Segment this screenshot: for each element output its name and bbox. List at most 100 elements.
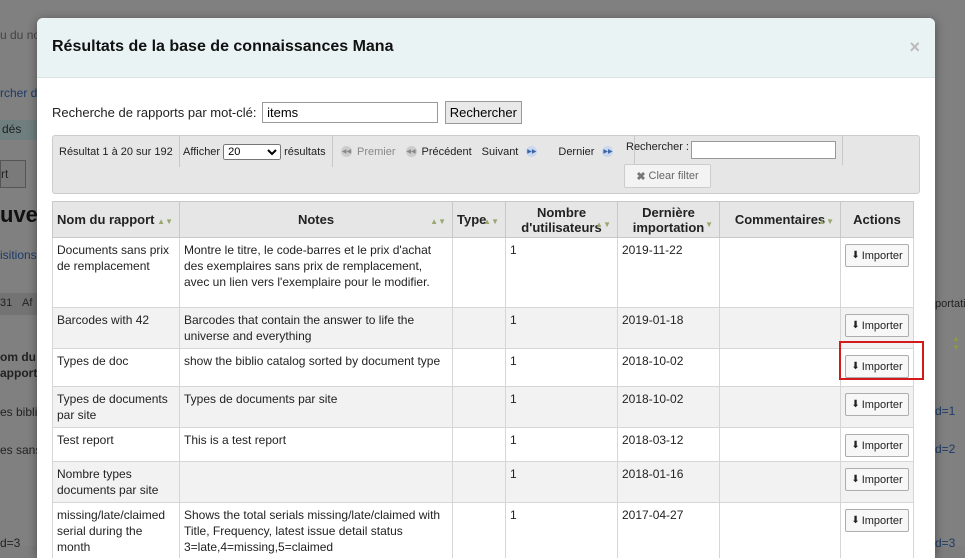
cell-name: missing/late/claimed serial during the m… (53, 503, 180, 558)
sort-icon: ▲▼ (595, 217, 611, 232)
import-label: Importer (862, 438, 903, 454)
cell-type (453, 503, 506, 558)
table-filter-input[interactable] (691, 141, 836, 159)
import-button[interactable]: ⬇Importer (845, 509, 909, 532)
pager-info: Résultat 1 à 20 sur 192 (53, 136, 180, 167)
sort-desc-icon: ▼ (705, 217, 713, 232)
table-row: missing/late/claimed serial during the m… (53, 503, 914, 558)
cell-type (453, 238, 506, 308)
table-row: Documents sans prix de remplacement Mont… (53, 238, 914, 308)
import-button[interactable]: ⬇Importer (845, 393, 909, 416)
cell-actions: ⬇Importer (841, 387, 914, 428)
cell-date: 2018-03-12 (618, 428, 720, 462)
download-icon: ⬇ (851, 472, 859, 488)
table-row: Barcodes with 42 Barcodes that contain t… (53, 308, 914, 349)
table-row: Types de doc show the biblio catalog sor… (53, 349, 914, 387)
cell-name: Nombre types documents par site (53, 462, 180, 503)
bg-text: dés (2, 122, 21, 136)
cell-notes: show the biblio catalog sorted by docume… (180, 349, 453, 387)
cell-actions: ⬇Importer (841, 238, 914, 308)
cell-date: 2017-04-27 (618, 503, 720, 558)
cell-actions: ⬇Importer (841, 503, 914, 558)
import-button[interactable]: ⬇Importer (845, 434, 909, 457)
import-label: Importer (862, 318, 903, 334)
cell-notes: Types de documents par site (180, 387, 453, 428)
download-icon: ⬇ (851, 513, 859, 529)
sort-arrows-icon: ▲▼ (952, 334, 960, 352)
sort-icon: ▲▼ (483, 217, 499, 226)
first-page-label: Premier (357, 146, 396, 158)
modal-title: Résultats de la base de connaissances Ma… (52, 38, 393, 56)
col-header-actions: Actions (841, 202, 914, 238)
page-size-select[interactable]: 20 (223, 144, 281, 160)
bg-text: portatio (935, 298, 965, 310)
previous-page-button[interactable]: ◀◀Précédent (406, 146, 472, 158)
close-icon[interactable]: × (909, 37, 920, 58)
col-header-label: Actions (853, 212, 901, 227)
reports-table: Nom du rapport▲▼ Notes▲▼ Type▲▼ Nombred'… (52, 201, 914, 558)
cell-date: 2018-10-02 (618, 349, 720, 387)
import-button[interactable]: ⬇Importer (845, 314, 909, 337)
col-header-comments[interactable]: Commentaires▲▼ (720, 202, 841, 238)
col-header-notes[interactable]: Notes▲▼ (180, 202, 453, 238)
col-header-label: Dernière (642, 205, 695, 220)
bg-link: d=2 (935, 442, 955, 456)
col-header-label: Nombre (537, 205, 586, 220)
bg-text: 31 (0, 297, 12, 309)
keyword-search-row: Recherche de rapports par mot-clé: Reche… (52, 101, 522, 124)
modal-header: Résultats de la base de connaissances Ma… (37, 18, 935, 78)
cell-comments (720, 349, 841, 387)
cell-date: 2018-01-16 (618, 462, 720, 503)
table-pager: Résultat 1 à 20 sur 192 Afficher 20 résu… (52, 135, 920, 194)
table-filter: Rechercher : (620, 136, 843, 165)
cell-name: Types de doc (53, 349, 180, 387)
cell-comments (720, 503, 841, 558)
cell-comments (720, 462, 841, 503)
bg-text: d=3 (0, 536, 20, 550)
keyword-search-input[interactable] (262, 102, 438, 123)
cell-name: Documents sans prix de remplacement (53, 238, 180, 308)
import-label: Importer (862, 472, 903, 488)
cell-name: Barcodes with 42 (53, 308, 180, 349)
cell-type (453, 387, 506, 428)
search-button[interactable]: Rechercher (445, 101, 522, 124)
cell-notes: Barcodes that contain the answer to life… (180, 308, 453, 349)
cell-type (453, 462, 506, 503)
table-row: Test report This is a test report 1 2018… (53, 428, 914, 462)
import-button[interactable]: ⬇Importer (845, 468, 909, 491)
col-header-last-import[interactable]: Dernièreimportation▼ (618, 202, 720, 238)
import-button[interactable]: ⬇Importer (845, 244, 909, 267)
first-page-button[interactable]: ◀◀Premier (341, 146, 396, 158)
download-icon: ⬇ (851, 397, 859, 413)
next-page-icon: ▶▶ (526, 146, 537, 157)
download-icon: ⬇ (851, 438, 859, 454)
next-page-button[interactable]: Suivant▶▶ (482, 146, 543, 158)
cell-comments (720, 428, 841, 462)
bg-text: apport (0, 366, 37, 380)
bg-topbar (0, 0, 38, 18)
page-size-control: Afficher 20 résultats (177, 136, 333, 167)
sort-icon: ▲▼ (157, 217, 173, 226)
last-page-button[interactable]: Dernier▶▶ (558, 146, 618, 158)
cell-name: Test report (53, 428, 180, 462)
cell-comments (720, 387, 841, 428)
col-header-name[interactable]: Nom du rapport▲▼ (53, 202, 180, 238)
cell-actions: ⬇Importer (841, 428, 914, 462)
cell-type (453, 308, 506, 349)
cell-name: Types de documents par site (53, 387, 180, 428)
cell-date: 2018-10-02 (618, 387, 720, 428)
page-size-label: Afficher (183, 146, 220, 158)
cell-date: 2019-11-22 (618, 238, 720, 308)
bg-link: d=3 (935, 536, 955, 550)
last-page-label: Dernier (558, 146, 594, 158)
sort-icon: ▲▼ (430, 217, 446, 226)
previous-page-icon: ◀◀ (406, 146, 417, 157)
bg-link: isitions (0, 248, 37, 262)
clear-filter-button[interactable]: ✖ Clear filter (624, 164, 711, 188)
cell-comments (720, 238, 841, 308)
bg-text: es bibli (0, 405, 37, 419)
bg-text: Af (22, 297, 32, 309)
col-header-users[interactable]: Nombred'utilisateurs▲▼ (506, 202, 618, 238)
cell-notes: Montre le titre, le code-barres et le pr… (180, 238, 453, 308)
col-header-type[interactable]: Type▲▼ (453, 202, 506, 238)
